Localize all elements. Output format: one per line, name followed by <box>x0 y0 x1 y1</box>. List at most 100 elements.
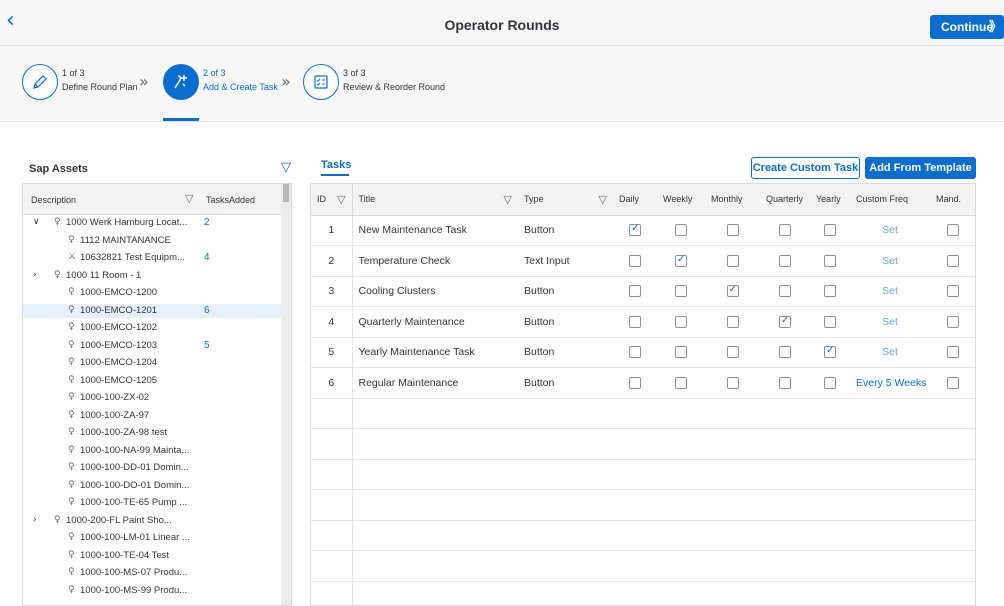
yearly-checkbox[interactable] <box>824 345 836 359</box>
weekly-checkbox[interactable] <box>675 346 687 359</box>
tree-row[interactable]: ♀ 1000-100-NA-99 Mainta... <box>23 444 281 457</box>
chevron-right-icon[interactable]: › <box>33 514 37 527</box>
tree-row[interactable]: ♀ 1000-EMCO-1201 6 <box>23 303 281 318</box>
filter-icon[interactable]: ▽ <box>281 160 291 175</box>
filter-icon[interactable]: ▽ <box>504 193 512 206</box>
column-header-type[interactable]: Type ▽ <box>518 184 613 216</box>
yearly-checkbox[interactable] <box>824 285 836 298</box>
tree-row[interactable]: › ♀ 1000 11 Room - 1 <box>23 269 281 282</box>
monthly-checkbox[interactable] <box>726 284 739 298</box>
tree-row[interactable]: › ♀ 1000-200-FL Paint Sho... <box>23 514 281 527</box>
mandatory-checkbox[interactable] <box>946 224 959 237</box>
daily-cell <box>613 367 657 399</box>
monthly-checkbox[interactable] <box>726 346 739 359</box>
tree-row[interactable]: ∨ ♀ 1000 Werk Hamburg Locat... 2 <box>23 216 281 229</box>
quarterly-checkbox[interactable] <box>779 315 791 328</box>
filter-icon[interactable]: ▽ <box>599 193 607 206</box>
weekly-checkbox[interactable] <box>675 285 687 298</box>
column-header-custom-freq[interactable]: Custom Freq <box>850 184 930 216</box>
tree-row[interactable]: ♀ 1000-EMCO-1203 5 <box>23 339 281 352</box>
tree-row[interactable]: ♀ 1000-100-MS-07 Produ... <box>23 566 281 579</box>
daily-checkbox[interactable] <box>629 285 641 298</box>
column-header-monthly[interactable]: Monthly <box>705 184 760 216</box>
quarterly-checkbox[interactable] <box>779 346 791 359</box>
column-header-daily[interactable]: Daily <box>613 184 657 216</box>
quarterly-checkbox[interactable] <box>779 224 791 237</box>
table-row[interactable]: 2Temperature CheckText Input Set <box>311 245 975 277</box>
continue-button[interactable]: Continue 》 <box>930 15 1004 39</box>
column-header-title[interactable]: Title ▽ <box>352 184 518 216</box>
tree-row-label: 1000-EMCO-1205 <box>80 374 158 386</box>
monthly-checkbox[interactable] <box>726 224 739 237</box>
add-from-template-button[interactable]: Add From Template <box>865 157 976 179</box>
column-header-mandatory[interactable]: Mand. <box>930 184 975 216</box>
tree-row[interactable]: ♀ 1000-EMCO-1205 <box>23 374 281 387</box>
column-header-id[interactable]: ID ▽ <box>311 184 353 216</box>
tree-row[interactable]: ♀ 1000-100-ZX-02 <box>23 391 281 404</box>
daily-checkbox[interactable] <box>629 376 641 389</box>
tree-row[interactable]: ♀ 1000-100-ZA-98 test <box>23 426 281 439</box>
tree-row[interactable]: ⚔ 10632821 Test Equipm... 4 <box>23 251 281 264</box>
column-header-weekly[interactable]: Weekly <box>657 184 705 216</box>
filter-icon[interactable]: ▽ <box>185 192 193 205</box>
mandatory-checkbox[interactable] <box>946 254 959 267</box>
chevron-right-icon[interactable]: › <box>33 269 37 282</box>
description-column-header[interactable]: Description <box>31 195 76 205</box>
quarterly-checkbox[interactable] <box>779 285 791 298</box>
table-row[interactable]: 1New Maintenance TaskButton Set <box>311 215 975 246</box>
tree-row-label: 1000 Werk Hamburg Locat... <box>66 217 188 228</box>
tree-row[interactable]: ♀ 1000-100-ZA-97 <box>23 409 281 422</box>
tree-row[interactable]: ♀ 1000-100-TE-65 Pump ... <box>23 496 281 509</box>
tree-row[interactable]: ♀ 1000-EMCO-1202 <box>23 321 281 334</box>
column-header-yearly[interactable]: Yearly <box>810 184 850 216</box>
create-custom-task-button[interactable]: Create Custom Task <box>751 157 860 179</box>
custom-freq-link[interactable]: Set <box>882 316 898 328</box>
yearly-checkbox[interactable] <box>824 254 836 267</box>
yearly-checkbox[interactable] <box>824 224 836 237</box>
tree-row[interactable]: ♀ 1000-100-MS-99 Produ... <box>23 584 281 597</box>
daily-checkbox[interactable] <box>629 315 641 328</box>
table-row[interactable]: 5Yearly Maintenance TaskButton Set <box>311 337 975 368</box>
chevron-down-icon[interactable]: ∨ <box>33 216 40 229</box>
mandatory-checkbox[interactable] <box>946 346 959 359</box>
weekly-checkbox[interactable] <box>675 315 687 328</box>
custom-freq-link[interactable]: Set <box>882 285 898 297</box>
custom-freq-cell: Set <box>850 337 930 368</box>
tree-row[interactable]: ♀ 1112 MAINTANANCE <box>23 234 281 247</box>
weekly-checkbox[interactable] <box>675 376 687 389</box>
yearly-checkbox[interactable] <box>824 315 836 328</box>
table-row[interactable]: 6 Regular Maintenance Button Every 5 Weeks <box>311 367 975 399</box>
custom-freq-link[interactable]: Set <box>882 224 898 236</box>
tree-row[interactable]: ♀ 1000-EMCO-1200 <box>23 286 281 299</box>
daily-checkbox[interactable] <box>629 254 641 267</box>
tasks-added-column-header[interactable]: TasksAdded <box>206 195 255 205</box>
tree-row[interactable]: ♀ 1000-100-DO-01 Domin... <box>23 479 281 492</box>
tree-row[interactable]: ♀ 1000-100-TE-04 Test <box>23 549 281 562</box>
column-header-quarterly[interactable]: Quarterly <box>760 184 810 216</box>
custom-freq-link[interactable]: Every 5 Weeks <box>856 377 926 389</box>
daily-checkbox[interactable] <box>629 346 641 359</box>
mandatory-checkbox[interactable] <box>946 376 959 389</box>
custom-freq-link[interactable]: Set <box>882 346 898 358</box>
table-row[interactable]: 4Quarterly MaintenanceButton Set <box>311 306 975 338</box>
tree-row[interactable]: ♀ 1000-100-LM-01 Linear ... <box>23 531 281 544</box>
assets-scrollbar[interactable] <box>281 184 291 605</box>
quarterly-checkbox[interactable] <box>779 254 791 267</box>
tree-row[interactable]: ♀ 1000-100-DD-01 Domin... <box>23 461 281 474</box>
scrollbar-thumb[interactable] <box>283 184 289 202</box>
mandatory-checkbox[interactable] <box>946 315 959 328</box>
weekly-checkbox[interactable] <box>675 254 687 267</box>
quarterly-checkbox[interactable] <box>779 376 791 389</box>
daily-checkbox[interactable] <box>629 223 641 237</box>
custom-freq-link[interactable]: Set <box>882 255 898 267</box>
filter-icon[interactable]: ▽ <box>337 193 345 206</box>
weekly-checkbox[interactable] <box>675 224 687 237</box>
tree-row[interactable]: ♀ 1000-EMCO-1204 <box>23 356 281 369</box>
monthly-checkbox[interactable] <box>726 315 739 328</box>
monthly-checkbox[interactable] <box>726 376 739 389</box>
monthly-checkbox[interactable] <box>726 254 739 267</box>
table-row[interactable]: 3Cooling ClustersButton Set <box>311 276 975 307</box>
yearly-checkbox[interactable] <box>824 376 836 389</box>
mandatory-checkbox[interactable] <box>946 285 959 298</box>
tasks-tab[interactable]: Tasks <box>321 159 351 171</box>
